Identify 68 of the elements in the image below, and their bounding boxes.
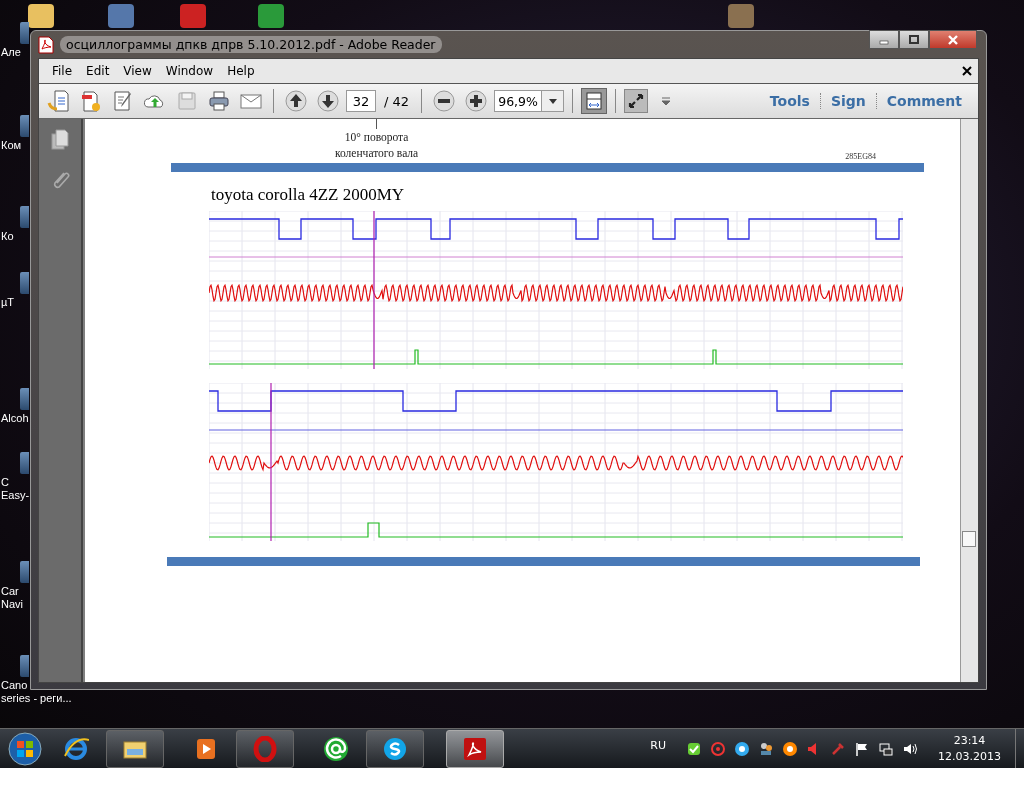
volume-icon[interactable] xyxy=(902,741,918,757)
up-arrow-icon[interactable] xyxy=(282,87,310,115)
shortcut-icon[interactable] xyxy=(20,115,29,137)
network-icon[interactable] xyxy=(878,741,894,757)
document-heading: toyota corolla 4ZZ 2000MY xyxy=(211,185,406,205)
caption-line: 10° поворота xyxy=(344,130,409,145)
maximize-icon[interactable] xyxy=(909,34,919,45)
scrollbar-thumb[interactable] xyxy=(962,531,976,547)
minimize-button[interactable] xyxy=(869,30,899,49)
skype-icon xyxy=(382,736,408,762)
opera-icon xyxy=(252,736,278,762)
caret-icon[interactable] xyxy=(548,98,557,104)
shortcut-icon[interactable] xyxy=(20,452,29,474)
shortcut-icon[interactable] xyxy=(20,561,29,583)
document-code: 285EG84 xyxy=(845,152,876,161)
shortcut-icon[interactable] xyxy=(20,655,29,677)
page-count: / 42 xyxy=(384,93,410,109)
shortcut-icon[interactable] xyxy=(20,22,29,44)
icon-label: Easy- xyxy=(1,489,30,502)
shortcut-icon[interactable] xyxy=(20,388,29,410)
tick-mark xyxy=(376,119,378,129)
menu-item[interactable]: File xyxy=(45,62,80,80)
toolbar-link[interactable]: Comment xyxy=(875,93,972,109)
pages-icon[interactable] xyxy=(50,129,70,151)
menu-item[interactable]: Edit xyxy=(79,62,117,80)
toolbar-link[interactable]: Sign xyxy=(819,93,876,109)
menu-item[interactable]: Window xyxy=(158,62,221,80)
taskbar-button[interactable] xyxy=(366,730,424,768)
icon-label: Але xyxy=(1,46,21,59)
maximize-button[interactable] xyxy=(899,30,929,49)
circle-icon[interactable] xyxy=(734,741,750,757)
close-icon[interactable] xyxy=(962,66,972,76)
menu-item[interactable]: View xyxy=(116,62,159,80)
icon-label: Cano xyxy=(1,679,28,692)
caption-line: коленчатого вала xyxy=(335,146,419,161)
dropdown-button[interactable] xyxy=(542,90,565,112)
fit-width-button[interactable] xyxy=(581,88,608,114)
full-screen-button[interactable] xyxy=(624,89,649,113)
icon-label: µT xyxy=(1,296,15,309)
icon-label: Navi xyxy=(1,598,23,611)
scrollbar[interactable] xyxy=(960,119,978,682)
menu-item[interactable]: Help xyxy=(220,62,262,80)
shortcut-icon[interactable] xyxy=(20,206,29,228)
shortcut-icon[interactable] xyxy=(20,272,29,294)
down-arrow-icon[interactable] xyxy=(314,87,342,115)
zoom-field[interactable]: 96,9% xyxy=(494,90,543,112)
start-button[interactable] xyxy=(8,732,42,766)
window-title: осциллограммы дпкв дпрв 5.10.2012.pdf - Adobe Reader xyxy=(60,36,442,53)
browser-icon xyxy=(63,736,89,762)
pdf-icon xyxy=(38,35,54,54)
icon-label: series - реги... xyxy=(1,692,72,705)
flag-icon[interactable] xyxy=(854,741,870,757)
check-icon[interactable] xyxy=(686,741,702,757)
icon-label: Ком xyxy=(1,139,22,152)
people-icon[interactable] xyxy=(758,741,774,757)
icon-label: Ко xyxy=(1,230,14,243)
page-number-field[interactable]: 32 xyxy=(346,90,376,112)
pdf-icon xyxy=(462,736,488,762)
clock-time[interactable]: 23:14 xyxy=(953,733,986,749)
close-button[interactable] xyxy=(929,30,977,49)
taskbar-button[interactable] xyxy=(106,730,164,768)
circle-icon[interactable] xyxy=(782,741,798,757)
icon-label: Car xyxy=(1,585,19,598)
toolbar-link[interactable]: Tools xyxy=(759,93,820,109)
clock-date[interactable]: 12.03.2013 xyxy=(938,749,1001,765)
language-indicator[interactable]: RU xyxy=(650,739,666,752)
icon-label: C xyxy=(1,476,9,489)
icon-label: Alcoh xyxy=(1,412,29,425)
